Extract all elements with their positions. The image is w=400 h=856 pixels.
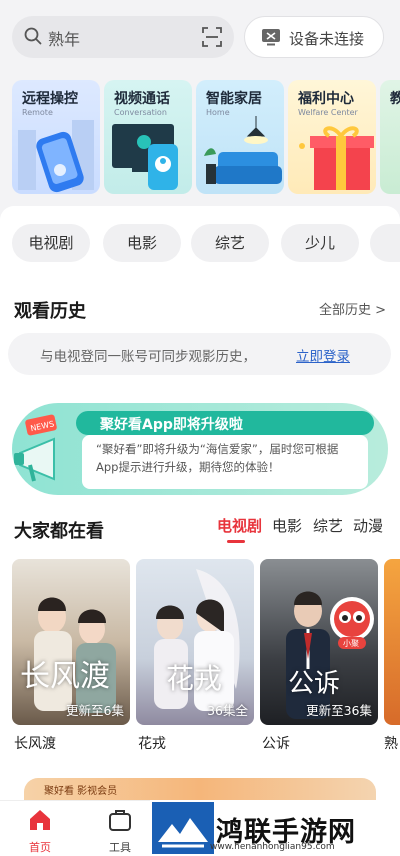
- episode-badge: 更新至36集: [306, 703, 372, 718]
- card-smart-home[interactable]: 智能家居 Home: [196, 80, 284, 194]
- poster-calligraphy: 公诉: [288, 669, 341, 699]
- card-title: 福利中心: [298, 91, 354, 107]
- card-welfare-center[interactable]: 福利中心 Welfare Center: [288, 80, 376, 194]
- promo-text: 聚好看 影视会员: [44, 786, 118, 797]
- sofa-illustration: [204, 116, 282, 184]
- category-movies[interactable]: 电影: [103, 224, 181, 262]
- login-link[interactable]: 立即登录: [296, 345, 350, 365]
- category-tv-series[interactable]: 电视剧: [12, 224, 90, 262]
- card-title: 视频通话: [114, 91, 170, 107]
- home-icon: [30, 810, 50, 830]
- poster-changfengdu[interactable]: 长风渡 更新至6集: [12, 559, 130, 725]
- banner-line-2: App提示进行升级，期待您的体验！: [96, 460, 280, 474]
- card-title: 智能家居: [206, 91, 262, 107]
- mascot-label: 小聚: [343, 639, 359, 648]
- nav-tools[interactable]: 工具: [90, 807, 150, 855]
- card-title: 远程操控: [22, 91, 78, 107]
- device-status: 设备未连接: [289, 30, 365, 48]
- tab-variety[interactable]: 综艺: [313, 515, 343, 536]
- scan-icon[interactable]: [202, 27, 222, 47]
- watermark-logo: [152, 802, 214, 854]
- feature-cards: 远程操控 Remote 视频通话 Conversation 智能家居 Home: [0, 80, 400, 196]
- poster-huarong[interactable]: 花戎 36集全: [136, 559, 254, 725]
- poster-title: 公诉: [262, 736, 290, 752]
- search-box[interactable]: 熟年: [12, 16, 234, 58]
- poster-title: 熟: [384, 736, 398, 752]
- category-chips: 电视剧 电影 综艺 少儿 动: [0, 224, 400, 264]
- episode-badge: 更新至6集: [66, 703, 124, 718]
- category-kids[interactable]: 少儿: [281, 224, 359, 262]
- card-title: 教: [390, 91, 400, 107]
- top-bar: 熟年 设备未连接: [0, 0, 400, 78]
- nav-home[interactable]: 首页: [10, 807, 70, 855]
- gift-illustration: [299, 126, 374, 190]
- history-title: 观看历史: [14, 301, 86, 322]
- active-tab-indicator: [227, 540, 245, 543]
- poster-title: 花戎: [138, 736, 166, 752]
- tab-anime[interactable]: 动漫: [353, 515, 383, 536]
- history-sync-bar: 与电视登同一账号可同步观影历史， 立即登录: [8, 333, 391, 375]
- nav-label: 工具: [109, 841, 131, 854]
- tab-tv-series[interactable]: 电视剧: [217, 515, 262, 536]
- poster-shu[interactable]: [384, 559, 400, 725]
- banner-title: 聚好看App即将升级啦: [100, 417, 243, 433]
- search-query: 熟年: [48, 30, 81, 49]
- poster-gongsu[interactable]: 小聚 公诉 更新至36集: [260, 559, 378, 725]
- upgrade-banner[interactable]: NEWS 聚好看App即将升级啦 “聚好看”即将升级为“海信爱家”，届时您可根据…: [12, 403, 388, 495]
- watermark-url: www.henanhonglian95.com: [210, 842, 335, 852]
- category-anime[interactable]: 动: [370, 224, 400, 262]
- tab-movies[interactable]: 电影: [272, 515, 302, 536]
- category-variety[interactable]: 综艺: [191, 224, 269, 262]
- poster-calligraphy: 花戎: [166, 662, 223, 695]
- site-watermark: 鸿联手游网 www.henanhonglian95.com: [150, 800, 400, 856]
- toolbox-icon: [109, 810, 131, 831]
- history-hint: 与电视登同一账号可同步观影历史，: [40, 349, 256, 365]
- poster-title: 长风渡: [14, 736, 56, 752]
- banner-line-1: “聚好看”即将升级为“海信爱家”，届时您可根据: [96, 442, 339, 456]
- card-education[interactable]: 教: [380, 80, 400, 194]
- megaphone-icon: NEWS: [14, 414, 57, 482]
- video-call-illustration: [112, 124, 178, 190]
- all-history-link[interactable]: 全部历史 >: [319, 299, 386, 318]
- episode-badge: 36集全: [207, 703, 248, 718]
- card-remote[interactable]: 远程操控 Remote: [12, 80, 100, 194]
- card-video-call[interactable]: 视频通话 Conversation: [104, 80, 192, 194]
- remote-phone-illustration: [18, 120, 94, 193]
- device-connect-button[interactable]: 设备未连接: [244, 16, 384, 58]
- tv-icon: [262, 29, 280, 46]
- nav-label: 首页: [29, 841, 51, 854]
- poster-calligraphy: 长风渡: [20, 659, 110, 694]
- popular-title: 大家都在看: [14, 521, 104, 542]
- mascot-badge: 小聚: [330, 597, 374, 649]
- search-icon: [24, 27, 42, 45]
